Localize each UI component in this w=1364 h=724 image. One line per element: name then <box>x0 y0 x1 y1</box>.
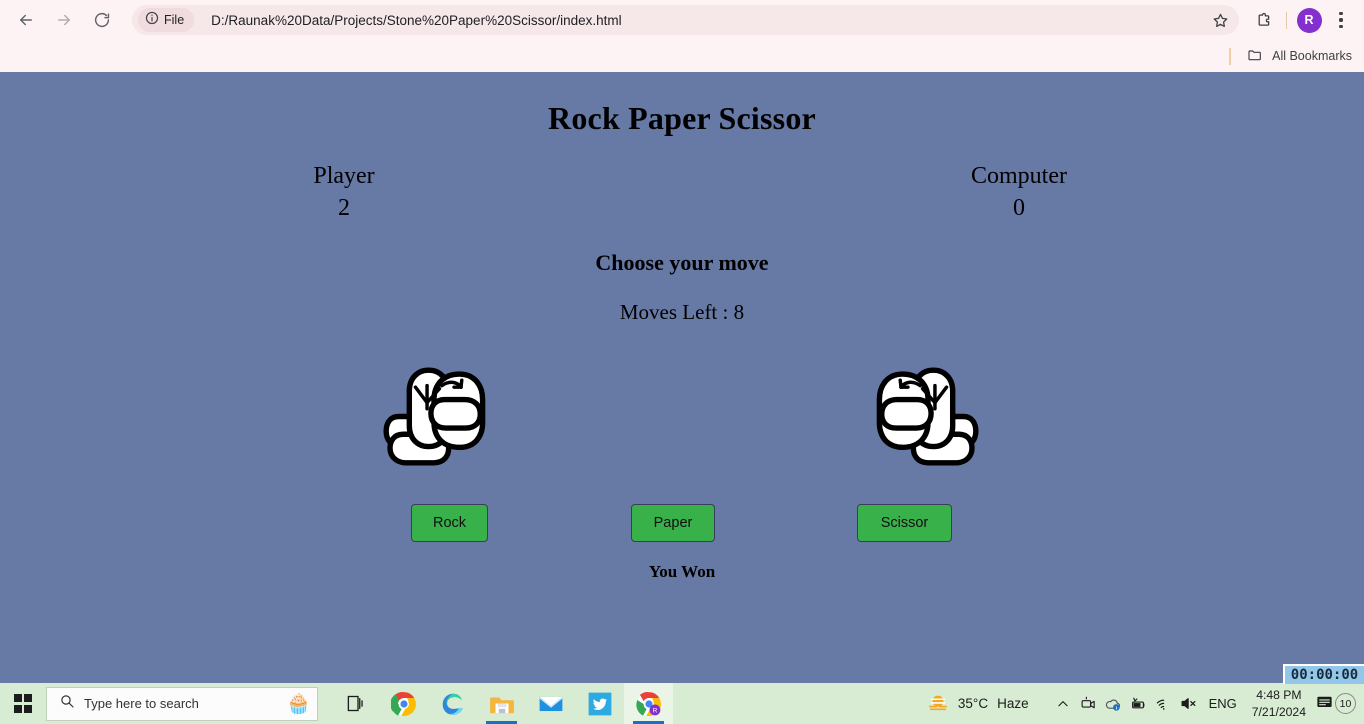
clock[interactable]: 4:48 PM 7/21/2024 <box>1252 687 1306 720</box>
move-buttons-row: Rock Paper Scissor <box>0 504 1364 548</box>
folder-icon <box>1247 47 1263 66</box>
taskbar: Type here to search 🧁 R 35°C Haze i ENG … <box>0 683 1364 724</box>
computer-score: 0 <box>1013 194 1025 221</box>
back-icon[interactable] <box>10 4 42 36</box>
hands-row <box>0 354 1364 489</box>
file-explorer-icon[interactable] <box>477 683 526 724</box>
timer-overlay[interactable]: 00:00:00 <box>1283 664 1364 684</box>
choose-move-heading: Choose your move <box>595 250 769 275</box>
notification-center-button[interactable]: 10 <box>1315 692 1356 716</box>
timer-value: 00:00:00 <box>1290 667 1359 683</box>
file-chip-label: File <box>164 13 185 27</box>
svg-text:i: i <box>1116 705 1117 711</box>
all-bookmarks-button[interactable]: All Bookmarks <box>1247 47 1352 66</box>
player-score: 2 <box>338 194 350 221</box>
chevron-up-icon[interactable] <box>1051 683 1076 724</box>
rock-button[interactable]: Rock <box>411 504 488 542</box>
search-placeholder: Type here to search <box>84 696 199 711</box>
weather-temperature: 35°C <box>957 696 989 711</box>
system-tray: 35°C Haze i ENG 4:48 PM 7/21/2024 10 <box>927 683 1364 724</box>
bookmarks-bar: All Bookmarks <box>0 40 1364 72</box>
weather-widget[interactable]: 35°C Haze <box>927 691 1029 716</box>
microsoft-edge-icon[interactable] <box>428 683 477 724</box>
onedrive-icon[interactable]: i <box>1101 683 1126 724</box>
toolbar-separator <box>1286 11 1287 29</box>
omnibox[interactable]: File D:/Raunak%20Data/Projects/Stone%20P… <box>132 5 1239 35</box>
toolbar-right-actions: R <box>1249 5 1364 35</box>
avatar[interactable]: R <box>1294 5 1324 35</box>
battery-icon[interactable] <box>1126 683 1151 724</box>
player-score-block: Player 2 <box>244 161 444 224</box>
scissor-button[interactable]: Scissor <box>857 504 952 542</box>
scoreboard: Player 2 Computer 0 <box>0 161 1364 223</box>
puzzle-piece-icon[interactable] <box>1249 5 1279 35</box>
chrome-profile-icon[interactable]: R <box>624 683 673 724</box>
wifi-icon[interactable] <box>1151 683 1176 724</box>
profile-initial: R <box>1296 7 1322 33</box>
notification-count: 10 <box>1335 693 1356 714</box>
svg-text:R: R <box>652 707 657 714</box>
weather-condition: Haze <box>997 696 1029 711</box>
bookmarks-separator <box>1229 47 1232 65</box>
computer-score-block: Computer 0 <box>919 161 1119 224</box>
taskbar-app-icons: R <box>330 683 673 724</box>
result-text: You Won <box>648 562 716 581</box>
clock-date: 7/21/2024 <box>1251 704 1306 719</box>
google-chrome-icon[interactable] <box>379 683 428 724</box>
url-text[interactable]: D:/Raunak%20Data/Projects/Stone%20Paper%… <box>211 13 1207 28</box>
paper-button[interactable]: Paper <box>631 504 715 542</box>
volume-muted-icon[interactable] <box>1176 683 1201 724</box>
search-input[interactable]: Type here to search 🧁 <box>46 686 318 721</box>
language-indicator[interactable]: ENG <box>1209 696 1237 711</box>
all-bookmarks-label: All Bookmarks <box>1272 49 1352 63</box>
forward-icon[interactable] <box>48 4 80 36</box>
mail-icon[interactable] <box>526 683 575 724</box>
twitter-icon[interactable] <box>575 683 624 724</box>
info-circle-icon <box>145 11 159 30</box>
file-scheme-chip[interactable]: File <box>138 8 195 32</box>
moves-left-text: Moves Left : 8 <box>619 300 745 324</box>
clock-time: 4:48 PM <box>1256 688 1302 703</box>
computer-label: Computer <box>971 163 1067 189</box>
cupcake-icon: 🧁 <box>286 692 311 715</box>
browser-toolbar: File D:/Raunak%20Data/Projects/Stone%20P… <box>0 0 1364 40</box>
windows-logo-icon[interactable] <box>0 683 46 724</box>
reload-icon[interactable] <box>86 4 118 36</box>
player-label: Player <box>313 163 375 189</box>
task-view-icon[interactable] <box>330 683 379 724</box>
screen: File D:/Raunak%20Data/Projects/Stone%20P… <box>0 0 1364 724</box>
kebab-menu-icon[interactable] <box>1326 5 1356 35</box>
page-title: Rock Paper Scissor <box>548 100 816 136</box>
sun-haze-icon <box>927 691 949 716</box>
star-outline-icon[interactable] <box>1207 7 1233 33</box>
rock-hand-right-icon <box>874 354 982 479</box>
magnifier-icon <box>59 693 75 714</box>
web-page-content: Rock Paper Scissor Player 2 Computer 0 C… <box>0 72 1364 683</box>
notification-icon <box>1315 692 1334 716</box>
rock-hand-left-icon <box>380 354 488 479</box>
camera-icon[interactable] <box>1076 683 1101 724</box>
